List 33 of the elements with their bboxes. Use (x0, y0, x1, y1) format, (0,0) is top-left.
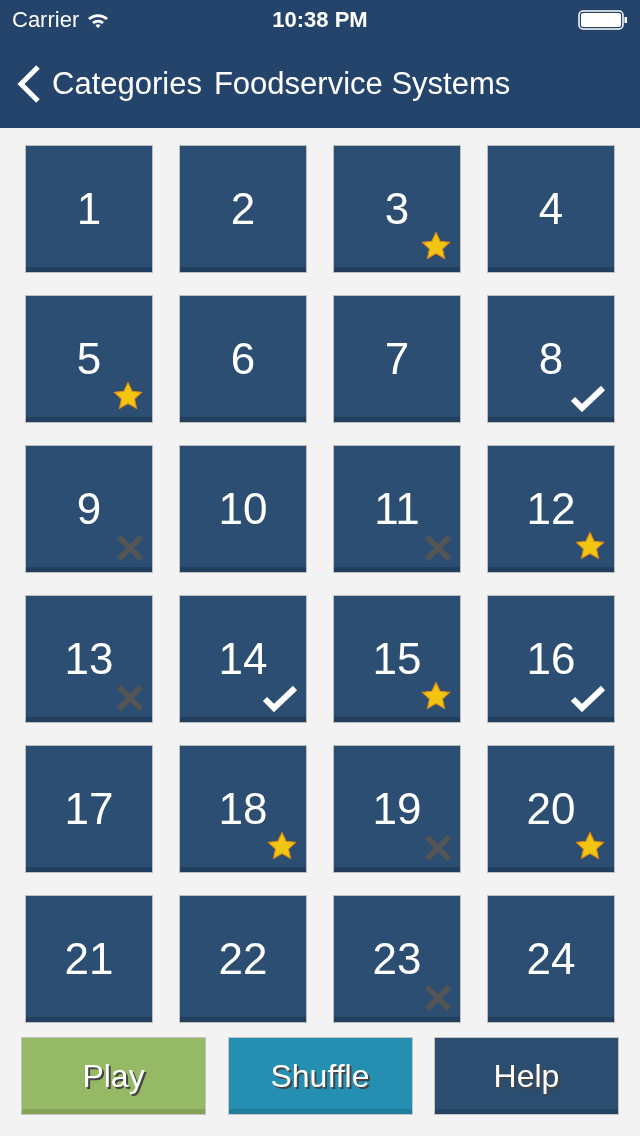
level-tile[interactable]: 6 (179, 295, 307, 423)
level-tile[interactable]: 1 (25, 145, 153, 273)
level-tile[interactable]: 21 (25, 895, 153, 1023)
level-tile[interactable]: 8 (487, 295, 615, 423)
level-tile[interactable]: 23 (333, 895, 461, 1023)
level-tile[interactable]: 22 (179, 895, 307, 1023)
level-tile[interactable]: 17 (25, 745, 153, 873)
back-button[interactable]: Categories (16, 64, 202, 104)
level-tile[interactable]: 13 (25, 595, 153, 723)
level-tile[interactable]: 11 (333, 445, 461, 573)
clock-time: 10:38 PM (272, 7, 368, 33)
level-tile[interactable]: 15 (333, 595, 461, 723)
screen-title: Foodservice Systems (213, 66, 511, 102)
level-tile[interactable]: 19 (333, 745, 461, 873)
level-tile[interactable]: 4 (487, 145, 615, 273)
action-button[interactable]: Shuffle (227, 1037, 413, 1115)
level-tile[interactable]: 24 (487, 895, 615, 1023)
level-tile[interactable]: 3 (333, 145, 461, 273)
level-tile[interactable]: 14 (179, 595, 307, 723)
battery-icon (578, 10, 628, 30)
level-tile[interactable]: 12 (487, 445, 615, 573)
level-tile[interactable]: 7 (333, 295, 461, 423)
level-tile[interactable]: 9 (25, 445, 153, 573)
level-tile[interactable]: 16 (487, 595, 615, 723)
level-tile[interactable]: 20 (487, 745, 615, 873)
level-tile[interactable]: 10 (179, 445, 307, 573)
level-tile[interactable]: 5 (25, 295, 153, 423)
carrier-label: Carrier (12, 7, 80, 33)
chevron-left-icon (16, 64, 42, 104)
level-tile[interactable]: 2 (179, 145, 307, 273)
wifi-icon (87, 11, 110, 29)
level-tile[interactable]: 18 (179, 745, 307, 873)
action-button[interactable]: Help (434, 1037, 619, 1115)
